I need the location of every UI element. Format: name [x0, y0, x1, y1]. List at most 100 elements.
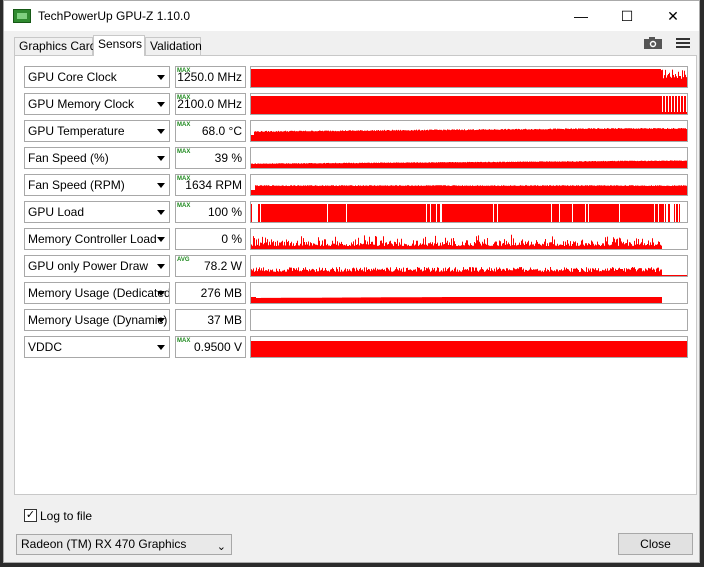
sensor-name: Fan Speed (RPM)	[28, 178, 125, 192]
dropdown-arrow-icon	[157, 75, 165, 80]
sensor-graph	[250, 255, 688, 277]
sensor-row: GPU Load MAX 100 %	[15, 201, 698, 225]
sensor-value-text: 37 MB	[207, 313, 242, 327]
dropdown-arrow-icon	[157, 291, 165, 296]
sensor-value-text: 0 %	[221, 232, 242, 246]
dropdown-arrow-icon	[157, 102, 165, 107]
sensor-row: Memory Usage (Dynamic) 37 MB	[15, 309, 698, 333]
sensor-row: Fan Speed (RPM) MAX 1634 RPM	[15, 174, 698, 198]
sensor-name-dropdown[interactable]: GPU Load	[24, 201, 170, 223]
sensor-name-dropdown[interactable]: Fan Speed (%)	[24, 147, 170, 169]
gpuz-app-icon	[13, 9, 31, 23]
camera-icon[interactable]	[642, 36, 664, 52]
sensor-value: MAX 39 %	[175, 147, 246, 169]
sensor-graph	[250, 120, 688, 142]
sensor-name-dropdown[interactable]: Memory Controller Load	[24, 228, 170, 250]
sensor-name-dropdown[interactable]: Memory Usage (Dedicated)	[24, 282, 170, 304]
value-mode-badge: MAX	[177, 122, 191, 128]
sensor-value: MAX 2100.0 MHz	[175, 93, 246, 115]
sensors-panel: GPU Core Clock MAX 1250.0 MHz GPU Memory Cl…	[14, 55, 697, 495]
sensor-name: GPU Memory Clock	[28, 97, 135, 111]
sensor-graph	[250, 147, 688, 169]
sensor-name-dropdown[interactable]: GPU only Power Draw	[24, 255, 170, 277]
dropdown-arrow-icon	[157, 183, 165, 188]
sensor-row: GPU Temperature MAX 68.0 °C	[15, 120, 698, 144]
sensor-row: VDDC MAX 0.9500 V	[15, 336, 698, 360]
sensor-graph	[250, 309, 688, 331]
sensor-graph	[250, 282, 688, 304]
sensor-value-text: 100 %	[207, 205, 242, 219]
sensor-value: MAX 1250.0 MHz	[175, 66, 246, 88]
sensor-value-text: 1634 RPM	[185, 178, 242, 192]
sensor-row: GPU only Power Draw AVG 78.2 W	[15, 255, 698, 279]
value-mode-badge: MAX	[177, 68, 191, 74]
sensor-name: Fan Speed (%)	[28, 151, 109, 165]
sensor-value-text: 0.9500 V	[193, 340, 242, 354]
close-window-button[interactable]: ✕	[650, 1, 696, 31]
chevron-down-icon: ⌄	[216, 541, 226, 553]
sensor-name-dropdown[interactable]: GPU Core Clock	[24, 66, 170, 88]
tab-graphics-card[interactable]: Graphics Card	[14, 37, 96, 55]
sensor-value: MAX 1634 RPM	[175, 174, 246, 196]
dropdown-arrow-icon	[157, 264, 165, 269]
sensor-value: MAX 0.9500 V	[175, 336, 246, 358]
sensor-value-text: 68.0 °C	[201, 124, 242, 138]
sensor-value: 0 %	[175, 228, 246, 250]
sensor-value-text: 39 %	[214, 151, 242, 165]
sensor-name-dropdown[interactable]: VDDC	[24, 336, 170, 358]
sensor-name: Memory Usage (Dynamic)	[28, 313, 168, 327]
sensor-value: MAX 100 %	[175, 201, 246, 223]
sensor-name: Memory Usage (Dedicated)	[28, 286, 170, 300]
tab-sensors[interactable]: Sensors	[93, 35, 145, 56]
minimize-button[interactable]: —	[558, 1, 604, 31]
gpu-select-dropdown[interactable]: Radeon (TM) RX 470 Graphics ⌄	[16, 534, 232, 555]
dropdown-arrow-icon	[157, 210, 165, 215]
sensor-name: VDDC	[28, 340, 63, 354]
sensor-graph	[250, 66, 688, 88]
sensor-row: GPU Core Clock MAX 1250.0 MHz	[15, 66, 698, 90]
value-mode-badge: MAX	[177, 95, 191, 101]
sensor-value-text: 78.2 W	[203, 259, 242, 273]
sensor-name: GPU Temperature	[28, 124, 125, 138]
sensor-graph	[250, 201, 688, 223]
tab-validation[interactable]: Validation	[145, 37, 202, 55]
window-title: TechPowerUp GPU-Z 1.10.0	[38, 9, 191, 23]
sensor-name: Memory Controller Load	[28, 232, 157, 246]
sensor-name-dropdown[interactable]: Fan Speed (RPM)	[24, 174, 170, 196]
value-mode-badge: MAX	[177, 203, 191, 209]
dropdown-arrow-icon	[157, 129, 165, 134]
sensor-value: 37 MB	[175, 309, 246, 331]
log-to-file-label: Log to file	[40, 509, 93, 523]
dropdown-arrow-icon	[157, 345, 165, 350]
sensor-name: GPU only Power Draw	[28, 259, 149, 273]
dropdown-arrow-icon	[157, 237, 165, 242]
value-mode-badge: AVG	[177, 257, 190, 263]
sensor-name: GPU Core Clock	[28, 70, 117, 84]
value-mode-badge: MAX	[177, 176, 191, 182]
sensor-graph	[250, 93, 688, 115]
sensor-graph	[250, 174, 688, 196]
value-mode-badge: MAX	[177, 338, 191, 344]
title-bar[interactable]: TechPowerUp GPU-Z 1.10.0 — ☐ ✕	[4, 1, 699, 31]
sensor-value-text: 276 MB	[200, 286, 242, 300]
sensor-row: Fan Speed (%) MAX 39 %	[15, 147, 698, 171]
sensor-name-dropdown[interactable]: GPU Temperature	[24, 120, 170, 142]
sensor-name-dropdown[interactable]: GPU Memory Clock	[24, 93, 170, 115]
gpu-select-value: Radeon (TM) RX 470 Graphics	[21, 537, 187, 551]
sensor-row: GPU Memory Clock MAX 2100.0 MHz	[15, 93, 698, 117]
maximize-button[interactable]: ☐	[604, 1, 650, 31]
sensor-graph	[250, 336, 688, 358]
sensor-graph	[250, 228, 688, 250]
sensor-name: GPU Load	[28, 205, 85, 219]
hamburger-menu-icon[interactable]	[674, 36, 692, 52]
close-button[interactable]: Close	[618, 533, 693, 555]
sensor-row: Memory Controller Load 0 %	[15, 228, 698, 252]
sensor-row: Memory Usage (Dedicated) 276 MB	[15, 282, 698, 306]
sensor-value: 276 MB	[175, 282, 246, 304]
dropdown-arrow-icon	[157, 318, 165, 323]
dropdown-arrow-icon	[157, 156, 165, 161]
sensor-name-dropdown[interactable]: Memory Usage (Dynamic)	[24, 309, 170, 331]
value-mode-badge: MAX	[177, 149, 191, 155]
log-to-file-checkbox[interactable]: ✓	[24, 509, 37, 522]
sensor-value: AVG 78.2 W	[175, 255, 246, 277]
